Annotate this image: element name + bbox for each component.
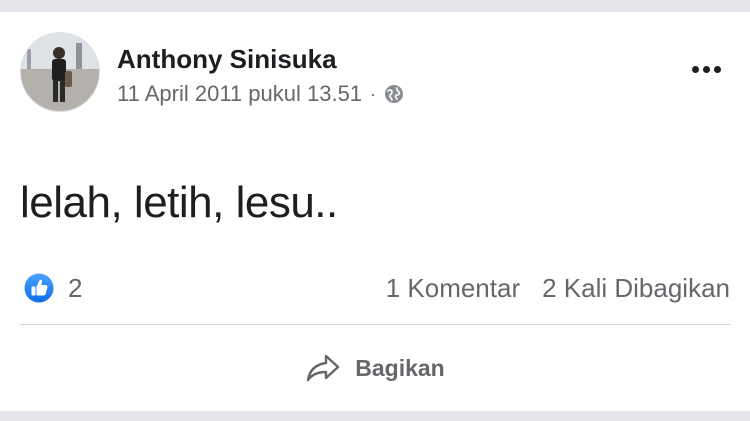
like-icon[interactable] <box>24 273 54 303</box>
meta-separator: · <box>370 83 377 104</box>
post-timestamp[interactable]: 11 April 2011 pukul 13.51 <box>117 81 362 107</box>
share-label: Bagikan <box>355 354 445 381</box>
post-card: Anthony Sinisuka 11 April 2011 pukul 13.… <box>0 12 750 411</box>
more-options-icon[interactable] <box>682 56 730 82</box>
engagement-stats: 1 Komentar 2 Kali Dibagikan <box>386 273 730 304</box>
post-text: lelah, letih, lesu.. <box>20 178 338 227</box>
more-dot <box>702 65 710 73</box>
more-dot <box>691 65 699 73</box>
like-count[interactable]: 2 <box>68 273 82 304</box>
avatar[interactable] <box>20 32 100 112</box>
avatar-photo <box>21 33 99 111</box>
reactions-bar: 2 1 Komentar 2 Kali Dibagikan <box>20 268 730 308</box>
share-icon <box>307 354 340 382</box>
globe-icon[interactable] <box>384 84 404 104</box>
divider <box>20 324 730 325</box>
more-dot <box>713 65 721 73</box>
comment-count[interactable]: 1 Komentar <box>386 273 520 304</box>
post-meta: 11 April 2011 pukul 13.51 · <box>117 81 404 107</box>
share-count[interactable]: 2 Kali Dibagikan <box>542 273 730 304</box>
author-name[interactable]: Anthony Sinisuka <box>117 44 337 75</box>
share-button[interactable]: Bagikan <box>0 350 750 386</box>
